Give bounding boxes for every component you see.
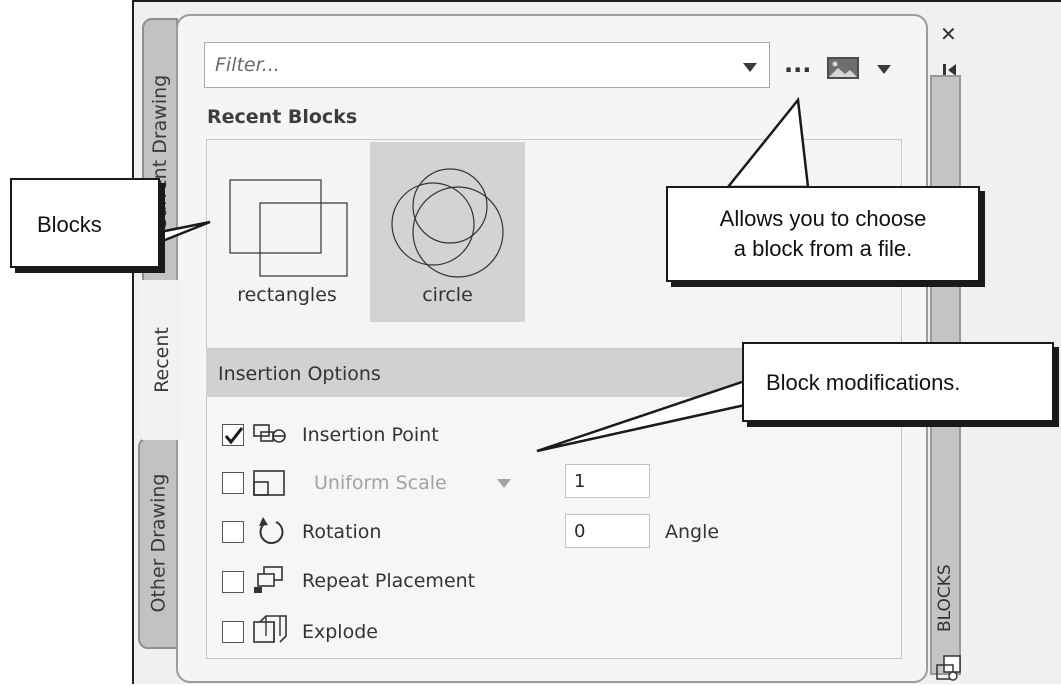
browse-button[interactable]: ... bbox=[784, 50, 818, 80]
block-tile-circle[interactable]: circle bbox=[370, 142, 525, 322]
blocks-callout: Blocks bbox=[10, 178, 160, 268]
rotation-checkbox[interactable] bbox=[222, 521, 244, 543]
modifications-callout: Block modifications. bbox=[742, 342, 1054, 422]
uniform-scale-value[interactable]: 1 bbox=[565, 464, 650, 498]
checkmark-icon bbox=[224, 427, 244, 445]
browse-callout: Allows you to choose a block from a file… bbox=[666, 186, 980, 282]
block-tile-label: circle bbox=[422, 284, 473, 306]
circles-preview-icon bbox=[391, 168, 504, 278]
uniform-scale-label: Uniform Scale bbox=[314, 472, 447, 494]
insertion-point-checkbox[interactable] bbox=[222, 424, 244, 446]
rotation-value[interactable]: 0 bbox=[565, 514, 650, 548]
insertion-point-label: Insertion Point bbox=[302, 424, 439, 446]
block-tile-label: rectangles bbox=[237, 284, 337, 306]
close-icon[interactable]: ✕ bbox=[940, 22, 957, 46]
tab-other-drawing-label: Other Drawing bbox=[147, 473, 169, 613]
rotation-label: Rotation bbox=[302, 521, 382, 543]
repeat-placement-label: Repeat Placement bbox=[302, 570, 476, 592]
filter-placeholder: Filter... bbox=[215, 54, 280, 76]
tab-recent-label: Recent bbox=[151, 327, 174, 393]
filter-input[interactable]: Filter... bbox=[204, 42, 770, 88]
scale-icon bbox=[252, 468, 288, 502]
tab-recent[interactable]: Recent bbox=[142, 280, 182, 440]
browse-callout-line-2: a block from a file. bbox=[733, 236, 913, 261]
explode-icon bbox=[252, 614, 288, 650]
thumbnail-view-icon[interactable] bbox=[826, 56, 860, 80]
modifications-callout-text: Block modifications. bbox=[766, 370, 961, 395]
rotation-unit-label: Angle bbox=[665, 521, 720, 543]
rotation-icon bbox=[254, 516, 288, 552]
uniform-scale-dropdown-icon bbox=[497, 479, 511, 488]
browse-button-label: ... bbox=[784, 50, 812, 78]
browse-callout-line-1: Allows you to choose bbox=[719, 206, 927, 231]
uniform-scale-dropdown[interactable]: Uniform Scale bbox=[302, 466, 534, 500]
insertion-point-icon bbox=[252, 422, 288, 452]
filter-dropdown-icon[interactable] bbox=[743, 63, 757, 72]
tab-other-drawing[interactable]: Other Drawing bbox=[138, 437, 178, 649]
block-tile-rectangles[interactable]: rectangles bbox=[212, 142, 362, 322]
blocks-callout-text: Blocks bbox=[37, 212, 102, 237]
palette-title: BLOCKS bbox=[935, 564, 955, 632]
repeat-placement-checkbox[interactable] bbox=[222, 571, 244, 593]
thumbnail-dropdown-icon[interactable] bbox=[877, 65, 891, 74]
rectangles-preview-icon bbox=[229, 179, 348, 277]
repeat-placement-icon bbox=[252, 564, 288, 600]
explode-label: Explode bbox=[302, 621, 378, 643]
recent-blocks-heading: Recent Blocks bbox=[207, 106, 358, 128]
block-palette-icon bbox=[934, 654, 964, 686]
uniform-scale-checkbox[interactable] bbox=[222, 472, 244, 494]
explode-checkbox[interactable] bbox=[222, 621, 244, 643]
insertion-options-title: Insertion Options bbox=[218, 363, 381, 385]
